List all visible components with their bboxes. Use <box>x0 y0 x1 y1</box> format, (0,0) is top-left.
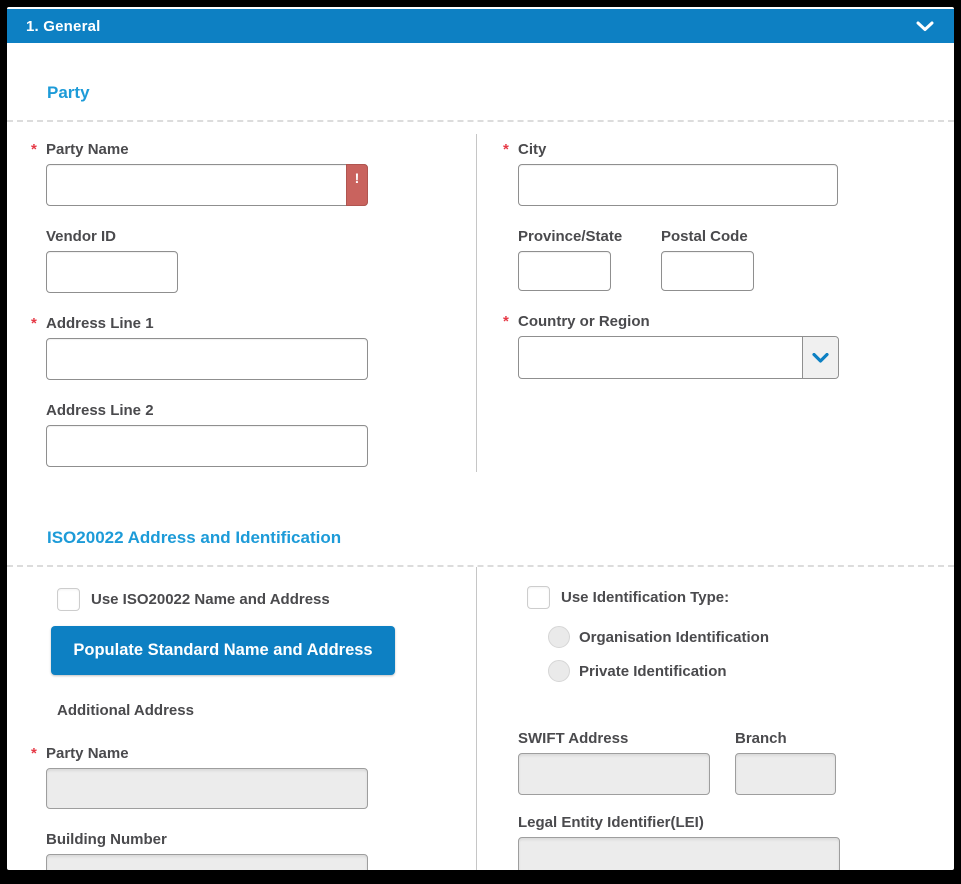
country-select[interactable] <box>518 336 839 379</box>
address-line-2-label-row: Address Line 2 <box>46 401 476 421</box>
required-asterisk: * <box>31 140 46 160</box>
swift-address-label: SWIFT Address <box>518 730 628 747</box>
address-line-1-label: Address Line 1 <box>46 315 154 332</box>
province-state-label: Province/State <box>518 228 622 245</box>
section-title: 1. General <box>26 18 101 35</box>
use-identification-checkbox-row: Use Identification Type: <box>527 585 954 609</box>
postal-code-input[interactable] <box>661 251 754 291</box>
party-name-input-wrap: ! <box>46 164 368 206</box>
vendor-id-label: Vendor ID <box>46 228 116 245</box>
field-province-state: Province/State <box>518 227 611 291</box>
private-identification-radio-label: Private Identification <box>579 663 727 680</box>
party-name-input[interactable] <box>46 164 368 206</box>
building-number-label-row: Building Number <box>46 830 476 850</box>
field-country-or-region: *Country or Region <box>518 312 954 379</box>
required-asterisk: * <box>503 312 518 332</box>
province-postal-row: Province/State Postal Code <box>518 227 954 291</box>
general-panel: 1. General Party *Party Name ! Vendor ID… <box>7 7 954 870</box>
iso-section-head: ISO20022 Address and Identification <box>7 488 954 548</box>
field-building-number: Building Number <box>46 830 476 870</box>
country-label-row: *Country or Region <box>518 312 954 332</box>
required-asterisk: * <box>31 314 46 334</box>
party-heading: Party <box>47 83 954 103</box>
radio-row-private-identification: Private Identification <box>548 659 954 683</box>
address-line-2-label: Address Line 2 <box>46 402 154 419</box>
use-identification-checkbox-label: Use Identification Type: <box>561 589 729 606</box>
swift-branch-row: SWIFT Address Branch <box>518 729 954 795</box>
city-label: City <box>518 141 546 158</box>
field-swift-address: SWIFT Address <box>518 729 710 795</box>
organisation-identification-radio-label: Organisation Identification <box>579 629 769 646</box>
address-line-1-input[interactable] <box>46 338 368 380</box>
lei-input <box>518 837 840 870</box>
chevron-down-icon[interactable] <box>916 21 934 32</box>
iso-columns: Use ISO20022 Name and Address Populate S… <box>7 567 954 870</box>
iso-party-name-label: Party Name <box>46 745 129 762</box>
radio-button-icon <box>548 660 570 682</box>
select-chevron-down-icon[interactable] <box>802 337 838 378</box>
use-identification-checkbox[interactable] <box>527 586 550 609</box>
vendor-id-input[interactable] <box>46 251 178 293</box>
party-name-label: Party Name <box>46 141 129 158</box>
branch-label-row: Branch <box>735 729 836 749</box>
lei-label-row: Legal Entity Identifier(LEI) <box>518 813 954 833</box>
city-input[interactable] <box>518 164 838 206</box>
required-asterisk: * <box>31 744 46 764</box>
iso-left-column: Use ISO20022 Name and Address Populate S… <box>7 567 476 870</box>
building-number-input <box>46 854 368 870</box>
party-name-label-row: *Party Name <box>46 140 476 160</box>
party-left-column: *Party Name ! Vendor ID *Address Line 1 … <box>7 122 476 488</box>
field-address-line-2: Address Line 2 <box>46 401 476 467</box>
field-lei: Legal Entity Identifier(LEI) <box>518 813 954 870</box>
iso-party-name-label-row: *Party Name <box>46 744 476 764</box>
iso-heading: ISO20022 Address and Identification <box>47 528 954 548</box>
swift-address-label-row: SWIFT Address <box>518 729 710 749</box>
field-iso-party-name: *Party Name <box>46 744 476 809</box>
field-party-name: *Party Name ! <box>46 140 476 206</box>
field-city: *City <box>518 140 954 206</box>
section-header-general[interactable]: 1. General <box>7 9 954 43</box>
city-label-row: *City <box>518 140 954 160</box>
use-iso-checkbox-label: Use ISO20022 Name and Address <box>91 591 330 608</box>
identification-radio-group: Organisation Identification Private Iden… <box>548 625 954 683</box>
postal-code-label: Postal Code <box>661 228 748 245</box>
field-address-line-1: *Address Line 1 <box>46 314 476 380</box>
address-line-1-label-row: *Address Line 1 <box>46 314 476 334</box>
branch-input <box>735 753 836 795</box>
branch-label: Branch <box>735 730 787 747</box>
postal-code-label-row: Postal Code <box>661 227 754 247</box>
lei-label: Legal Entity Identifier(LEI) <box>518 814 704 831</box>
country-label: Country or Region <box>518 313 650 330</box>
additional-address-heading: Additional Address <box>57 702 476 719</box>
field-branch: Branch <box>735 729 836 795</box>
province-state-label-row: Province/State <box>518 227 611 247</box>
address-line-2-input[interactable] <box>46 425 368 467</box>
party-right-column: *City Province/State Postal Code *Countr… <box>476 134 954 472</box>
radio-button-icon <box>548 626 570 648</box>
building-number-label: Building Number <box>46 831 167 848</box>
vendor-id-label-row: Vendor ID <box>46 227 476 247</box>
field-vendor-id: Vendor ID <box>46 227 476 293</box>
use-iso-checkbox-row: Use ISO20022 Name and Address <box>57 587 476 611</box>
iso-party-name-input <box>46 768 368 809</box>
required-asterisk: * <box>503 140 518 160</box>
party-section-head: Party <box>7 43 954 103</box>
use-iso-checkbox[interactable] <box>57 588 80 611</box>
iso-right-column: Use Identification Type: Organisation Id… <box>476 567 954 870</box>
radio-row-organisation-identification: Organisation Identification <box>548 625 954 649</box>
swift-address-input <box>518 753 710 795</box>
province-state-input[interactable] <box>518 251 611 291</box>
error-indicator-icon: ! <box>346 164 368 206</box>
party-columns: *Party Name ! Vendor ID *Address Line 1 … <box>7 122 954 488</box>
error-exclamation: ! <box>355 170 360 186</box>
populate-standard-name-address-button[interactable]: Populate Standard Name and Address <box>51 626 395 675</box>
field-postal-code: Postal Code <box>661 227 754 291</box>
